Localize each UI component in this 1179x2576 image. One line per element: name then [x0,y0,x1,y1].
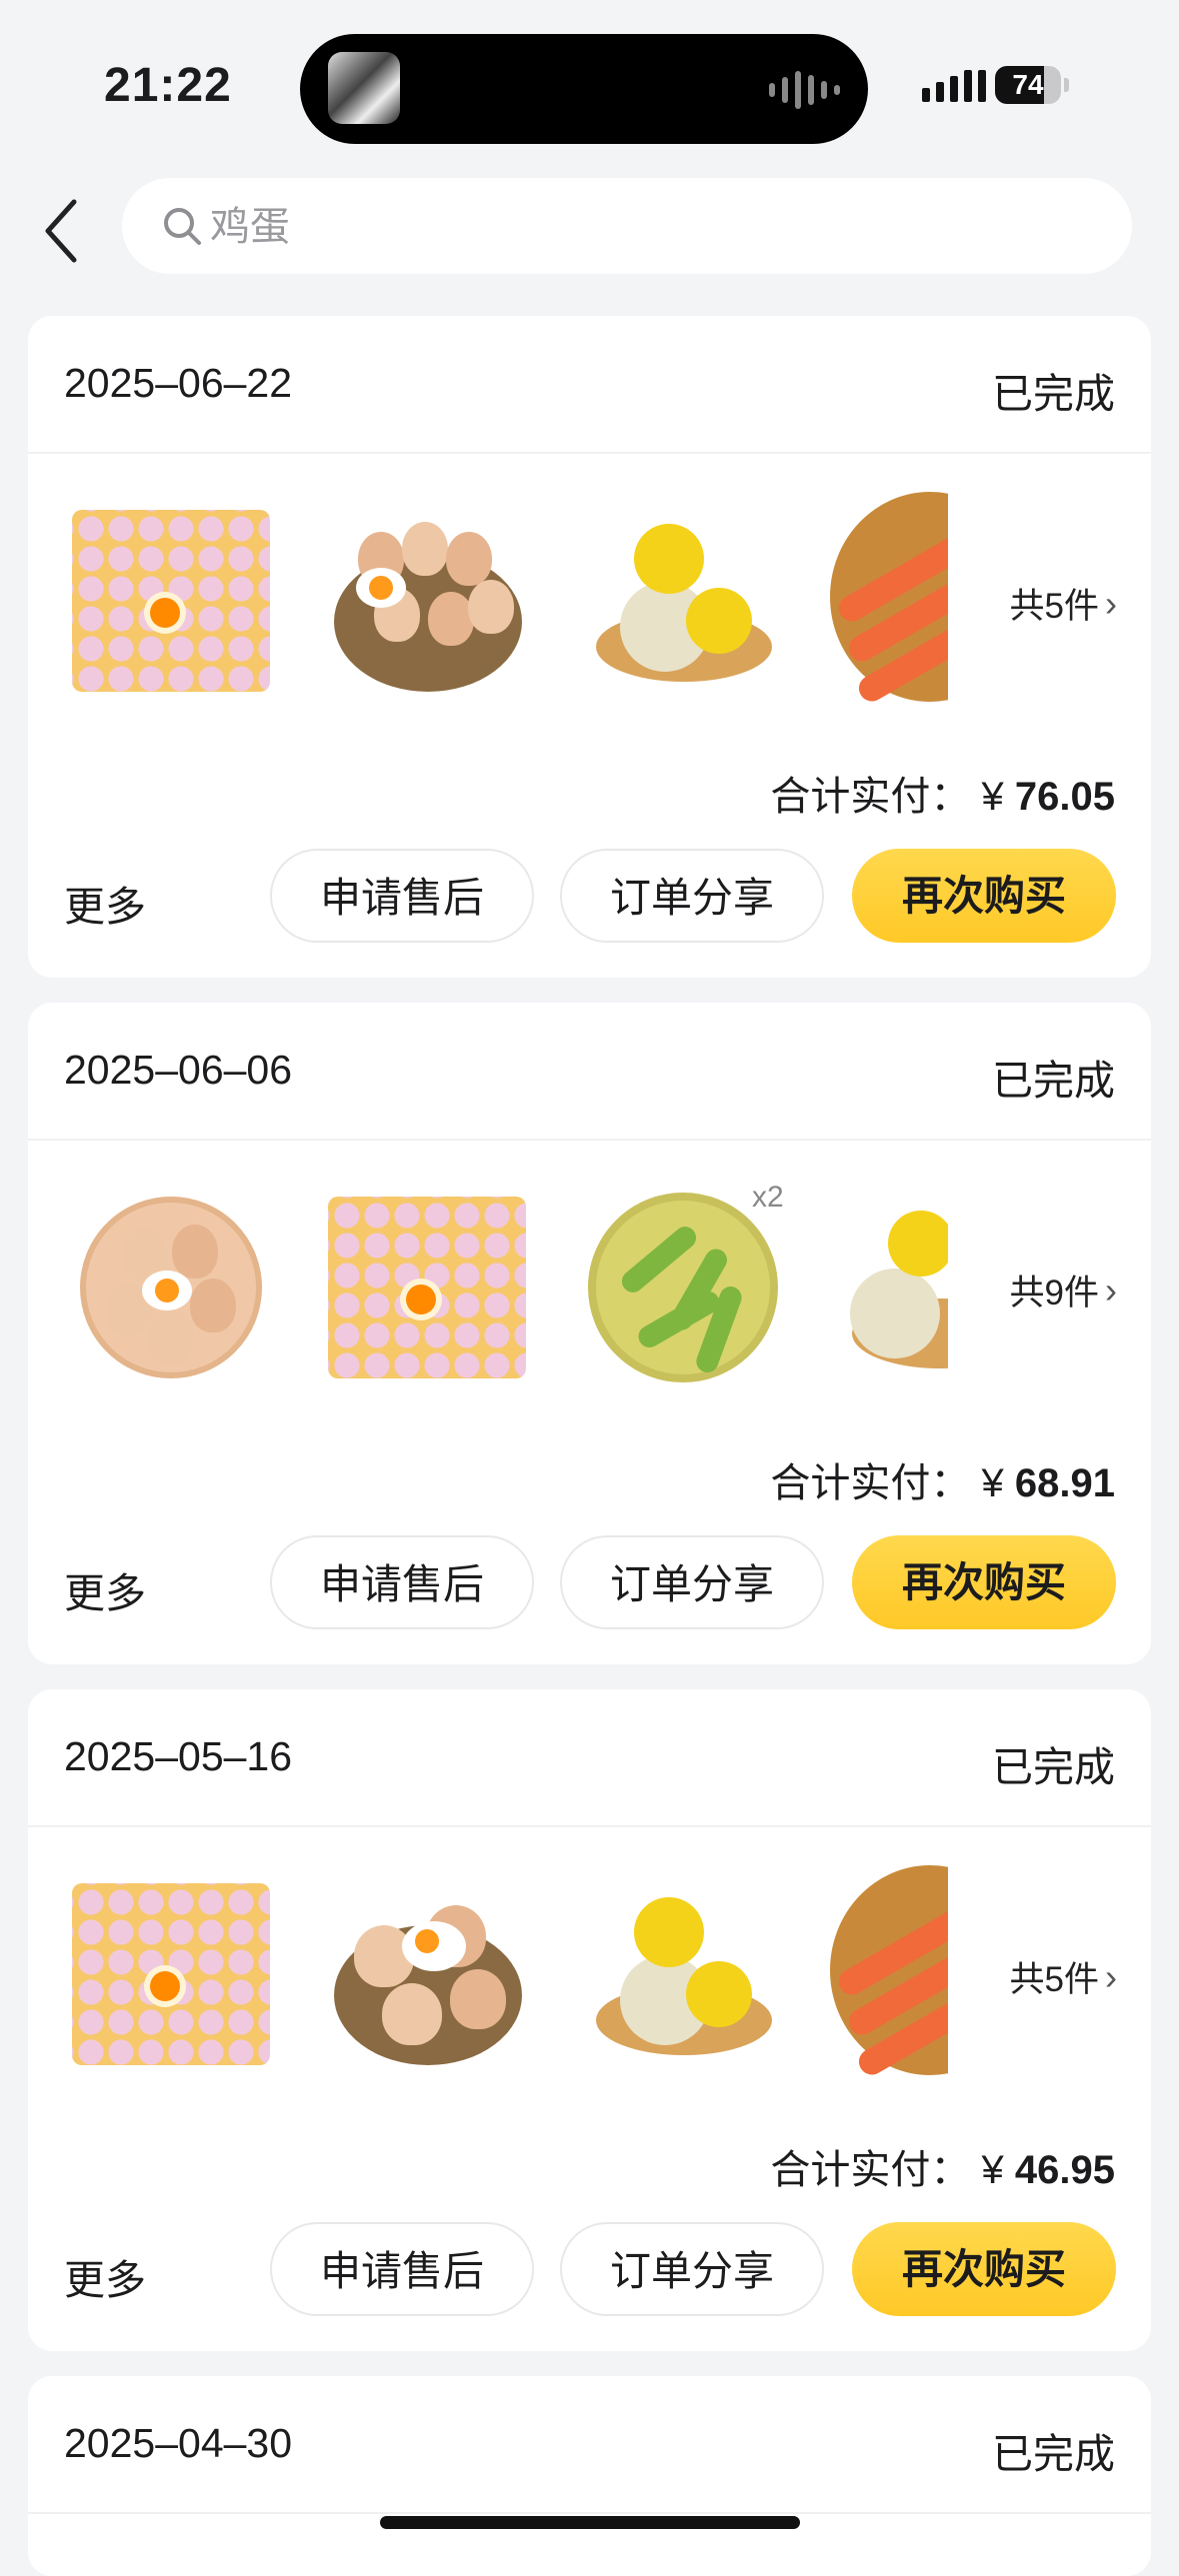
after-sales-button[interactable]: 申请售后 [270,849,534,943]
order-card[interactable]: 2025–06–06 已完成 x2 共9件 › 合计实付： ¥ 68.91 更多… [28,1003,1151,1664]
total-label: 合计实付： [770,775,971,819]
order-card[interactable]: 2025–04–30 已完成 [28,2376,1151,2576]
product-carrot-image[interactable] [830,1865,948,2083]
status-bar: 21:22 74 [0,0,1179,160]
rebuy-button[interactable]: 再次购买 [852,2222,1116,2316]
product-egg-basket-image[interactable] [318,492,536,710]
after-sales-button[interactable]: 申请售后 [270,1535,534,1629]
after-sales-button[interactable]: 申请售后 [270,2222,534,2316]
product-egg-tray-image[interactable] [318,1179,536,1396]
product-egg-tray-image[interactable] [62,492,280,710]
search-icon [164,208,201,245]
product-salted-egg-image[interactable] [574,1865,792,2083]
quantity-badge: x2 [752,1181,784,1214]
order-products[interactable]: x2 共9件 › [28,1141,1151,1454]
product-salted-egg-image[interactable] [574,492,792,710]
item-count: 共5件 [1009,587,1099,626]
item-count-link[interactable]: 共5件 › [1010,578,1117,629]
rebuy-button[interactable]: 再次购买 [852,849,1116,943]
order-actions: 更多 申请售后 订单分享 再次购买 [28,849,1151,969]
order-status: 已完成 [992,1744,1115,1790]
order-status: 已完成 [992,371,1115,417]
share-order-button[interactable]: 订单分享 [560,1535,824,1629]
item-count: 共9件 [1009,1274,1099,1312]
order-status: 已完成 [992,1058,1115,1104]
chevron-right-icon: › [1105,1269,1117,1310]
back-arrow-icon[interactable] [40,196,80,266]
order-date: 2025–04–30 [64,2420,293,2466]
more-link[interactable]: 更多 [64,1559,146,1619]
dynamic-island[interactable] [300,34,868,144]
battery-tip [1064,78,1069,92]
order-products[interactable]: 共5件 › [28,454,1151,768]
product-egg-plate-image[interactable] [62,1179,280,1396]
item-count-link[interactable]: 共9件 › [1010,1265,1117,1315]
total-amount: 76.05 [1014,775,1115,819]
now-playing-artwork [328,52,400,124]
share-order-button[interactable]: 订单分享 [560,2222,824,2316]
order-header: 2025–04–30 已完成 [28,2376,1151,2514]
total-amount: 46.95 [1014,2148,1115,2192]
status-time: 21:22 [104,59,232,112]
order-header: 2025–05–16 已完成 [28,1689,1151,1827]
chevron-right-icon: › [1105,1955,1117,1997]
order-actions: 更多 申请售后 订单分享 再次购买 [28,2222,1151,2342]
currency-symbol: ¥ [981,1461,1004,1505]
battery-icon: 74 [995,66,1061,104]
product-egg-basket-image[interactable] [318,1865,536,2083]
currency-symbol: ¥ [981,775,1004,819]
audio-waveform-icon [769,70,840,110]
signal-icon [922,70,986,102]
order-date: 2025–06–06 [64,1047,293,1093]
product-egg-tray-image[interactable] [62,1865,280,2083]
item-count-link[interactable]: 共5件 › [1010,1951,1117,2002]
total-amount: 68.91 [1014,1461,1115,1505]
chevron-right-icon: › [1105,582,1117,624]
search-input[interactable] [208,196,1092,258]
order-products[interactable]: 共5件 › [28,1827,1151,2141]
order-status: 已完成 [992,2431,1115,2477]
rebuy-button[interactable]: 再次购买 [852,1535,1116,1629]
currency-symbol: ¥ [981,2148,1004,2192]
order-card[interactable]: 2025–06–22 已完成 共5件 › 合计实付： ¥ 76.05 更多 申请… [28,316,1151,978]
more-link[interactable]: 更多 [64,2246,146,2306]
order-total: 合计实付： ¥ 68.91 [770,1450,1115,1508]
order-header: 2025–06–22 已完成 [28,316,1151,454]
order-date: 2025–05–16 [64,1733,293,1779]
battery-percent: 74 [1012,69,1044,100]
total-label: 合计实付： [770,2148,971,2192]
order-date: 2025–06–22 [64,360,293,406]
product-salted-egg-image[interactable] [830,1179,948,1396]
search-bar[interactable] [122,178,1132,274]
item-count: 共5件 [1009,1960,1099,1999]
order-total: 合计实付： ¥ 46.95 [770,2137,1115,2195]
more-link[interactable]: 更多 [64,873,146,933]
order-actions: 更多 申请售后 订单分享 再次购买 [28,1535,1151,1655]
order-header: 2025–06–06 已完成 [28,1003,1151,1141]
total-label: 合计实付： [770,1461,971,1505]
order-card[interactable]: 2025–05–16 已完成 共5件 › 合计实付： ¥ 46.95 更多 申请… [28,1689,1151,2351]
order-total: 合计实付： ¥ 76.05 [770,764,1115,822]
home-indicator[interactable] [380,2516,800,2529]
share-order-button[interactable]: 订单分享 [560,849,824,943]
product-carrot-image[interactable] [830,492,948,710]
